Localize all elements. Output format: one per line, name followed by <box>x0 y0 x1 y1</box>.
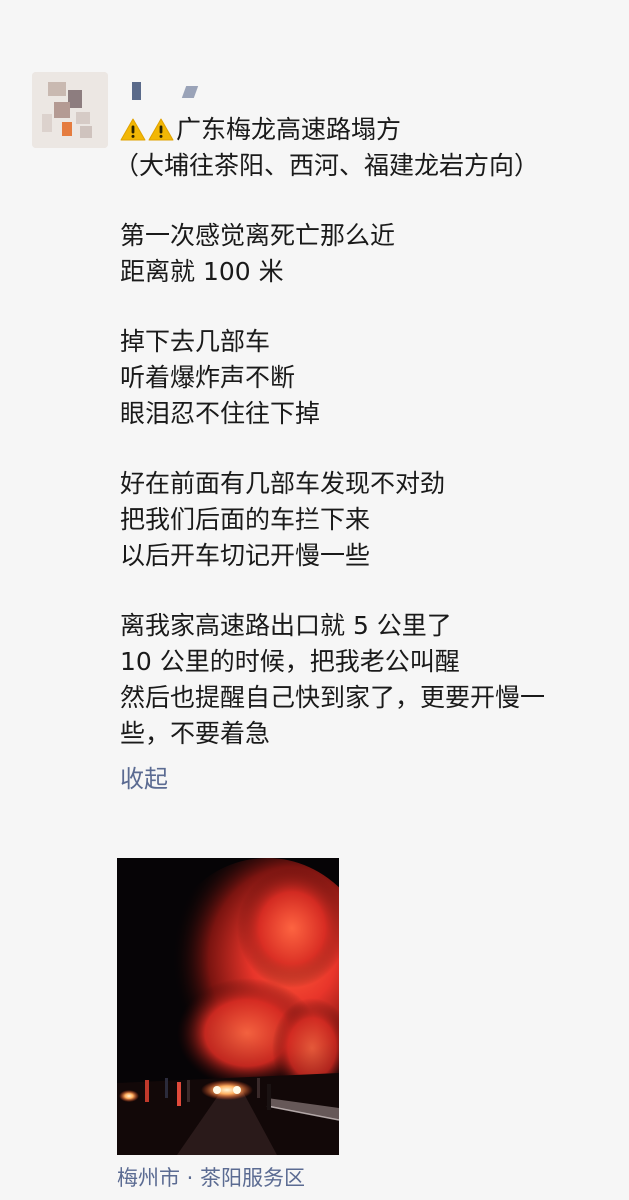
post-title-line: 广东梅龙高速路塌方 <box>120 112 620 148</box>
username[interactable] <box>130 80 210 102</box>
paragraph-line: 10 公里的时候，把我老公叫醒 <box>120 647 460 676</box>
paragraph-line: 以后开车切记开慢一些 <box>120 541 371 570</box>
paragraph-line: 些，不要着急 <box>120 719 271 748</box>
paragraph: 掉下去几部车 听着爆炸声不断 眼泪忍不住往下掉 <box>120 324 620 432</box>
paragraph: 离我家高速路出口就 5 公里了 10 公里的时候，把我老公叫醒 然后也提醒自己快… <box>120 608 620 752</box>
paragraph-line: 把我们后面的车拦下来 <box>120 505 371 534</box>
post-body: 广东梅龙高速路塌方 （大埔往茶阳、西河、福建龙岩方向） 第一次感觉离死亡那么近 … <box>114 112 620 796</box>
paragraph-line: 离我家高速路出口就 5 公里了 <box>120 611 452 640</box>
location-link[interactable]: 梅州市 · 茶阳服务区 <box>117 1164 305 1192</box>
paragraph: 好在前面有几部车发现不对劲 把我们后面的车拦下来 以后开车切记开慢一些 <box>120 466 620 574</box>
paragraph-line: 第一次感觉离死亡那么近 <box>120 221 396 250</box>
paragraph-line: 眼泪忍不住往下掉 <box>120 399 321 428</box>
avatar[interactable] <box>32 72 108 148</box>
paragraph-line: 然后也提醒自己快到家了，更要开慢一 <box>120 683 546 712</box>
paragraph-line: 好在前面有几部车发现不对劲 <box>120 469 446 498</box>
warning-icon <box>148 117 174 143</box>
collapse-link[interactable]: 收起 <box>120 762 620 796</box>
post-photo[interactable] <box>117 858 339 1155</box>
paragraph-line: 距离就 100 米 <box>120 257 284 286</box>
paragraph-line: 掉下去几部车 <box>120 327 271 356</box>
warning-icon <box>120 117 146 143</box>
post-title: 广东梅龙高速路塌方 <box>176 115 402 144</box>
paragraph: 第一次感觉离死亡那么近 距离就 100 米 <box>120 218 620 290</box>
post-subtitle: （大埔往茶阳、西河、福建龙岩方向） <box>114 151 540 180</box>
paragraph-line: 听着爆炸声不断 <box>120 363 296 392</box>
